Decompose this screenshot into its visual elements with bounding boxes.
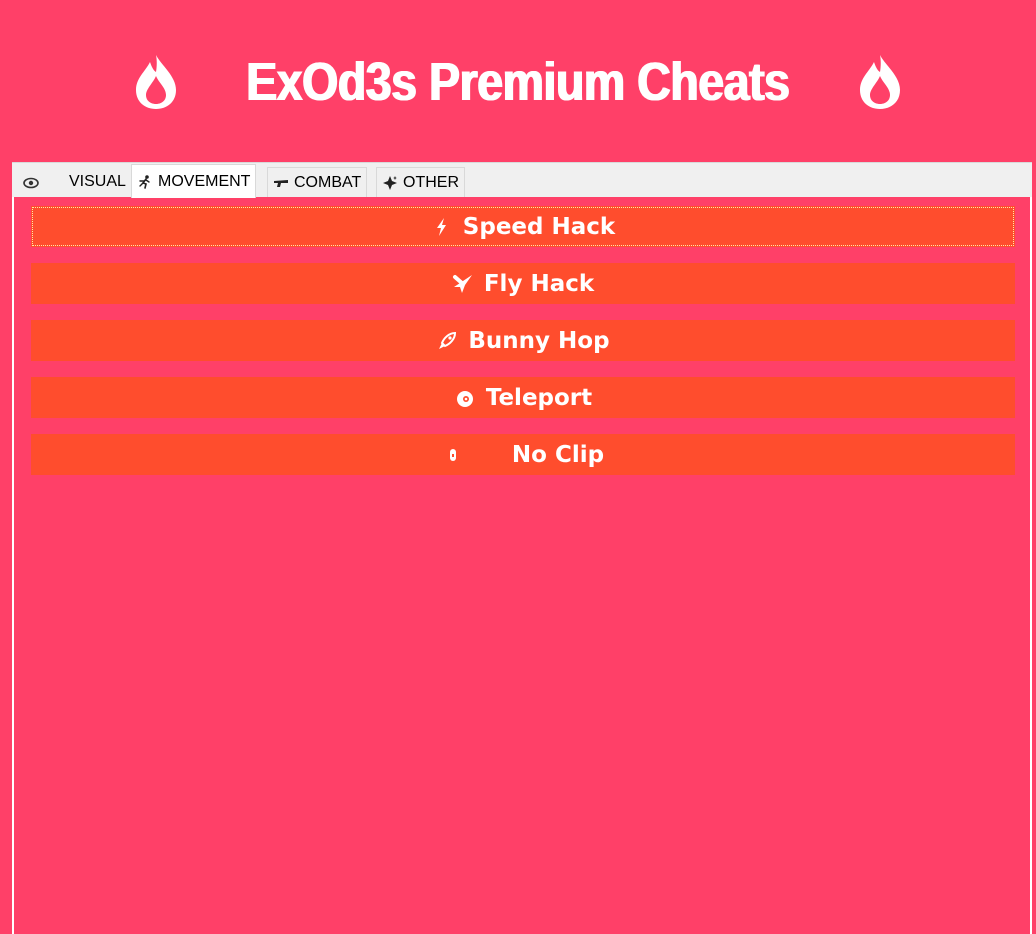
teleport-button[interactable]: Teleport: [31, 377, 1015, 418]
no-clip-button[interactable]: No Clip: [31, 434, 1015, 475]
tab-other[interactable]: OTHER: [376, 167, 465, 197]
button-label: Teleport: [485, 384, 593, 411]
cheat-panel: VISUAL MOVEMENT COMBAT OTHER Speed Hack …: [12, 162, 1032, 934]
flame-icon: [859, 55, 900, 109]
button-label: Bunny Hop: [468, 327, 610, 354]
bunny-hop-button[interactable]: Bunny Hop: [31, 320, 1015, 361]
rocket-icon: [439, 331, 457, 349]
tab-combat[interactable]: COMBAT: [267, 167, 368, 197]
tab-label: COMBAT: [294, 173, 362, 191]
running-icon: [139, 174, 150, 189]
gun-icon: [274, 179, 288, 187]
eye-icon: [23, 177, 39, 189]
fly-hack-button[interactable]: Fly Hack: [31, 263, 1015, 304]
tab-visual[interactable]: VISUAL: [18, 167, 131, 197]
tab-label: VISUAL: [69, 173, 126, 190]
speed-hack-button[interactable]: Speed Hack: [31, 206, 1015, 247]
ghost-icon: [449, 448, 456, 461]
tab-bar: VISUAL MOVEMENT COMBAT OTHER: [12, 162, 1032, 198]
app-header: ExOd3s Premium Cheats: [0, 42, 1036, 122]
movement-tab-content: Speed Hack Fly Hack Bunny Hop Teleport N…: [12, 197, 1032, 934]
button-label: Speed Hack: [462, 213, 616, 240]
portal-icon: [456, 390, 473, 407]
tab-movement[interactable]: MOVEMENT: [131, 164, 257, 198]
flame-icon: [136, 55, 177, 109]
app-title: ExOd3s Premium Cheats: [246, 52, 790, 112]
tab-label: MOVEMENT: [158, 172, 251, 190]
tab-label: OTHER: [403, 173, 459, 191]
button-label: No Clip: [511, 441, 605, 468]
bolt-icon: [436, 217, 446, 236]
plane-icon: [452, 274, 472, 293]
button-label: Fly Hack: [483, 270, 595, 297]
sparkle-icon: [383, 175, 397, 190]
